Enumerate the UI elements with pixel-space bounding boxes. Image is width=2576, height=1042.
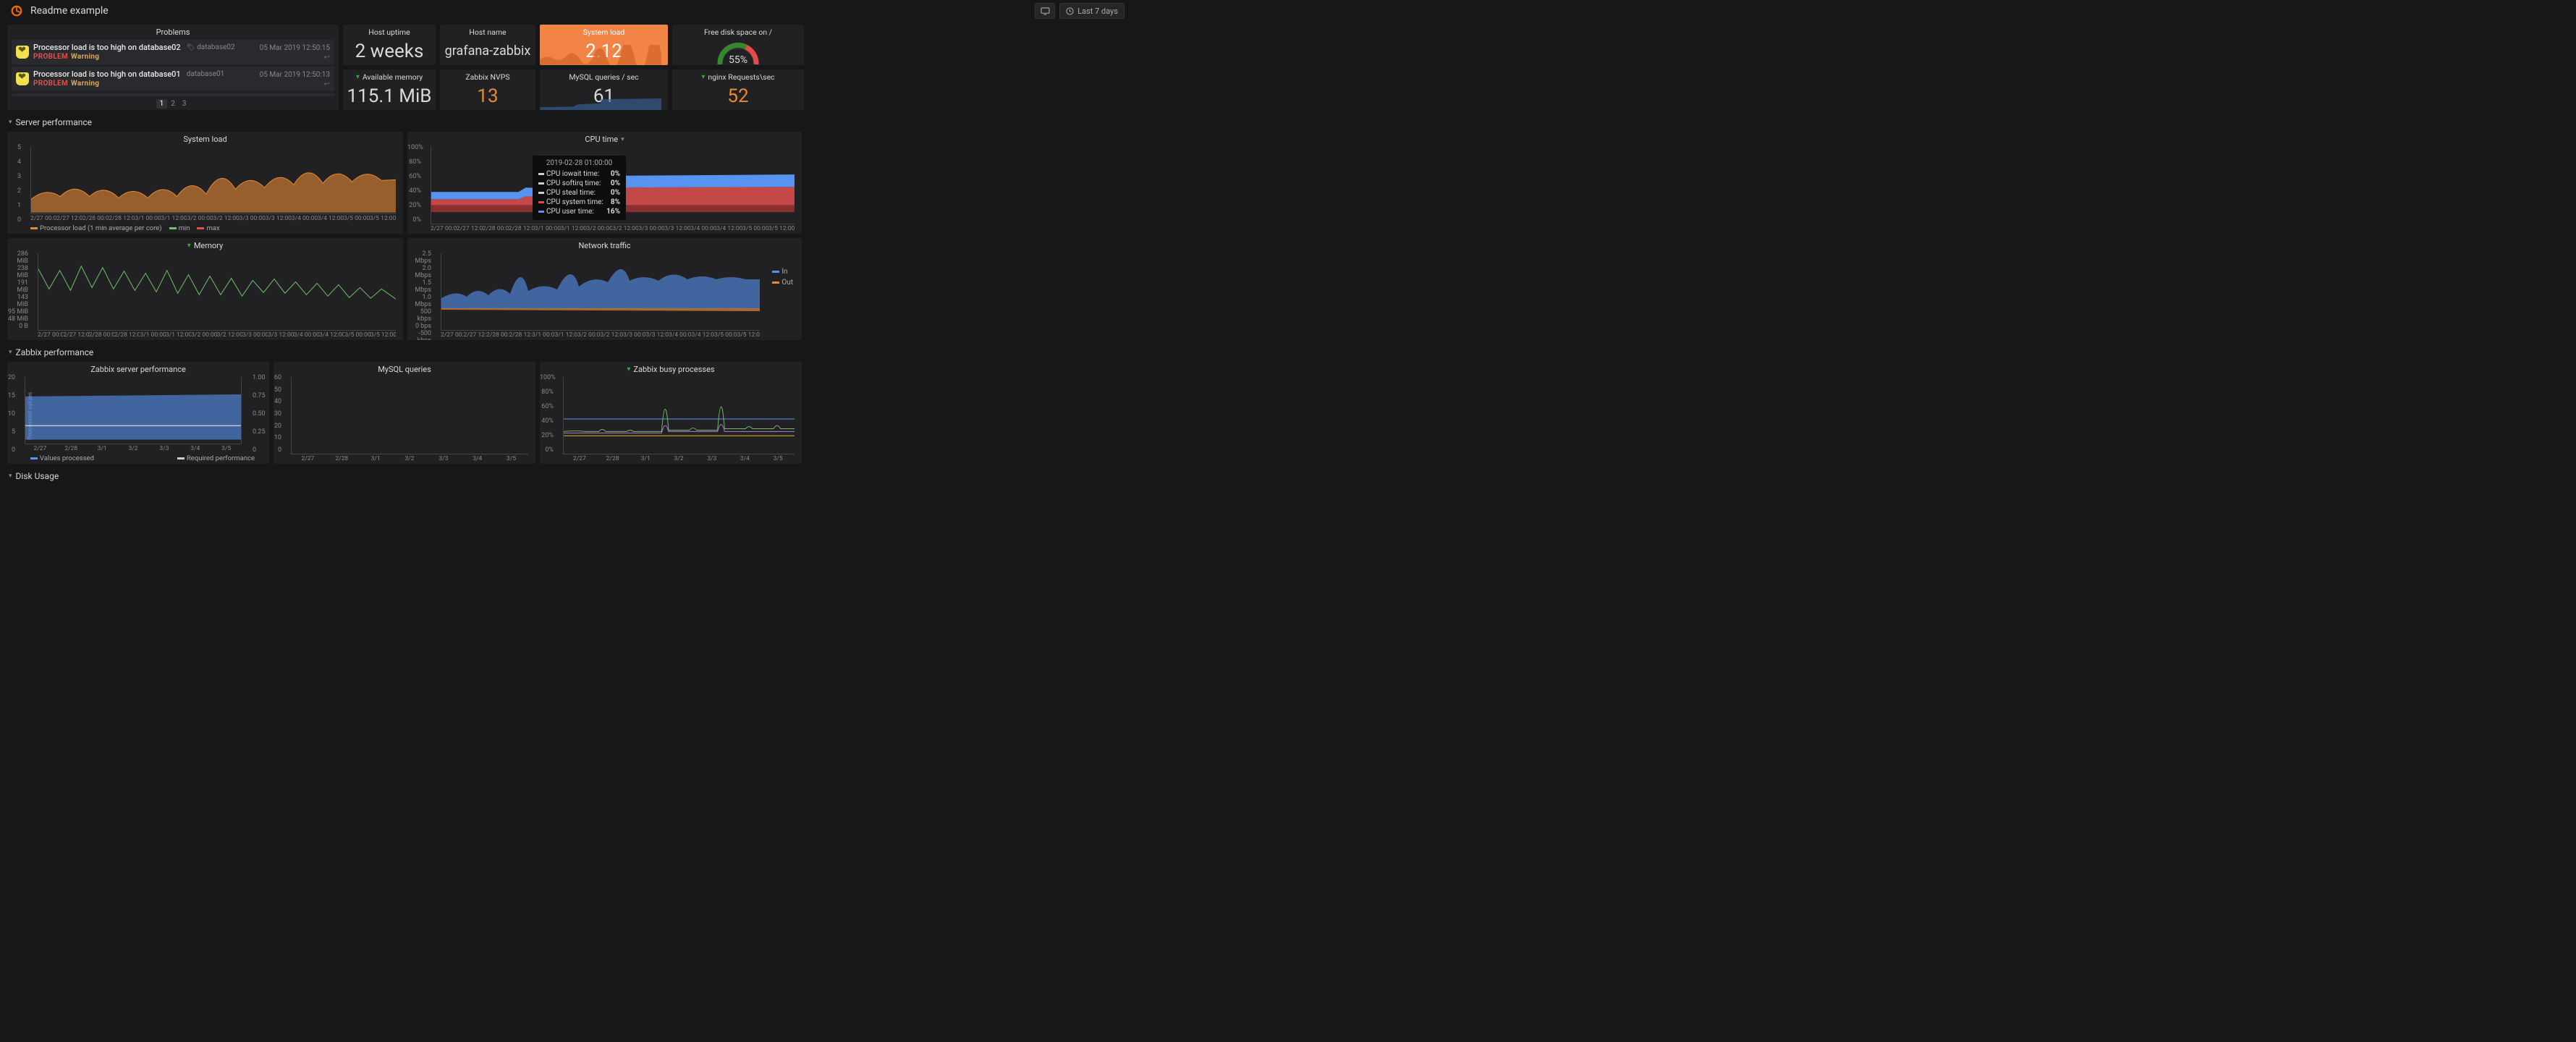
problem-item[interactable]: Processor load is too high on database02… bbox=[12, 40, 334, 64]
nginx-title: ▾nginx Requests\sec bbox=[672, 69, 804, 82]
time-range-picker[interactable]: Last 7 days bbox=[1059, 3, 1124, 19]
hostname-value: grafana-zabbix bbox=[440, 37, 535, 65]
problem-time: 05 Mar 2019 12:50:15 bbox=[260, 44, 330, 52]
grafana-logo-icon bbox=[10, 4, 23, 17]
hostname-title: Host name bbox=[440, 25, 535, 37]
disk-panel[interactable]: Free disk space on / 55% bbox=[672, 25, 804, 65]
problem-name: Processor load is too high on database01 bbox=[33, 69, 181, 79]
problems-title: Problems bbox=[7, 25, 339, 37]
legend-item[interactable]: Out bbox=[772, 279, 793, 287]
legend-item[interactable]: Values processed bbox=[30, 454, 94, 462]
section-label: Server performance bbox=[16, 117, 92, 127]
problems-pagination[interactable]: 123 bbox=[7, 96, 339, 110]
zabbix-icon: ▾ bbox=[187, 242, 191, 250]
memory-stat-panel[interactable]: ▾Available memory 115.1 MiB bbox=[343, 69, 436, 110]
nginx-value: 52 bbox=[672, 82, 804, 110]
nvps-value: 13 bbox=[440, 82, 535, 110]
zabbix-server-chart[interactable]: Zabbix server performance 20151050 1.000… bbox=[7, 362, 269, 464]
reply-icon[interactable]: ↩ bbox=[324, 54, 330, 62]
system-load-chart[interactable]: System load 543210 2/27 00:002/27 12:002… bbox=[7, 132, 403, 234]
section-label: Disk Usage bbox=[16, 471, 59, 481]
page-number[interactable]: 3 bbox=[179, 99, 190, 109]
section-label: Zabbix performance bbox=[16, 347, 94, 357]
tv-mode-button[interactable] bbox=[1035, 3, 1055, 19]
page-number[interactable]: 2 bbox=[167, 99, 179, 109]
network-chart[interactable]: Network traffic 2.5 Mbps2.0 Mbps1.5 Mbps… bbox=[407, 238, 802, 340]
problems-panel: Problems Processor load is too high on d… bbox=[7, 25, 339, 110]
section-zabbix-performance[interactable]: ▾ Zabbix performance bbox=[7, 344, 1127, 357]
uptime-panel[interactable]: Host uptime 2 weeks bbox=[343, 25, 436, 65]
uptime-title: Host uptime bbox=[343, 25, 436, 37]
section-disk-usage[interactable]: ▾ Disk Usage bbox=[7, 468, 1127, 481]
zabbix-icon: ▾ bbox=[356, 73, 360, 81]
mysql-title: MySQL queries / sec bbox=[540, 69, 668, 82]
nvps-panel[interactable]: Zabbix NVPS 13 bbox=[440, 69, 535, 110]
dashboard-header: Readme example Last 7 days bbox=[0, 0, 1135, 22]
legend-item[interactable]: In bbox=[772, 268, 793, 276]
mysql-panel[interactable]: MySQL queries / sec 61 bbox=[540, 69, 668, 110]
heart-icon bbox=[16, 72, 29, 85]
dashboard-title[interactable]: Readme example bbox=[30, 5, 109, 17]
problem-item[interactable]: Processor load is too high on database01… bbox=[12, 67, 334, 91]
problem-name: Processor load is too high on database02 bbox=[33, 43, 181, 52]
problem-time: 05 Mar 2019 12:50:13 bbox=[260, 71, 330, 79]
nvps-title: Zabbix NVPS bbox=[440, 69, 535, 82]
mysql-queries-chart[interactable]: MySQL queries 6050403020100 2/272/283/13… bbox=[274, 362, 535, 464]
cpu-time-chart[interactable]: CPU time ▾ 100%80%60%40%20%0% 2019-02-28… bbox=[407, 132, 802, 234]
page-number[interactable]: 1 bbox=[156, 99, 168, 109]
hostname-panel[interactable]: Host name grafana-zabbix bbox=[440, 25, 535, 65]
nginx-panel[interactable]: ▾nginx Requests\sec 52 bbox=[672, 69, 804, 110]
legend-item[interactable]: max bbox=[197, 224, 219, 232]
heart-icon bbox=[16, 46, 29, 59]
mem-value: 115.1 MiB bbox=[343, 82, 436, 110]
zabbix-busy-chart[interactable]: ▾Zabbix busy processes 100%80%60%40%20%0… bbox=[540, 362, 802, 464]
section-server-performance[interactable]: ▾ Server performance bbox=[7, 114, 1127, 127]
zabbix-icon: ▾ bbox=[701, 73, 705, 81]
legend-item[interactable]: Required performance bbox=[177, 454, 255, 462]
mem-title: ▾Available memory bbox=[343, 69, 436, 82]
tag-icon: 🏷 bbox=[187, 44, 195, 51]
system-load-panel[interactable]: System load 2.12 bbox=[540, 25, 668, 65]
uptime-value: 2 weeks bbox=[343, 37, 436, 65]
chevron-down-icon: ▾ bbox=[9, 349, 12, 356]
disk-title: Free disk space on / bbox=[672, 25, 804, 37]
chart-tooltip: 2019-02-28 01:00:00 CPU iowait time:0%CP… bbox=[533, 156, 626, 220]
chevron-down-icon: ▾ bbox=[9, 473, 12, 480]
disk-value: 55% bbox=[714, 54, 762, 65]
legend-item[interactable]: min bbox=[169, 224, 190, 232]
chevron-down-icon: ▾ bbox=[9, 119, 12, 126]
zabbix-icon: ▾ bbox=[627, 365, 630, 373]
chevron-down-icon: ▾ bbox=[621, 136, 624, 143]
legend-item[interactable]: Processor load (1 min average per core) bbox=[30, 224, 162, 232]
memory-chart[interactable]: ▾Memory 286 MiB238 MiB191 MiB143 MiB95 M… bbox=[7, 238, 403, 340]
time-range-label: Last 7 days bbox=[1077, 7, 1118, 16]
load-title: System load bbox=[540, 25, 668, 37]
reply-icon[interactable]: ↩ bbox=[324, 80, 330, 88]
